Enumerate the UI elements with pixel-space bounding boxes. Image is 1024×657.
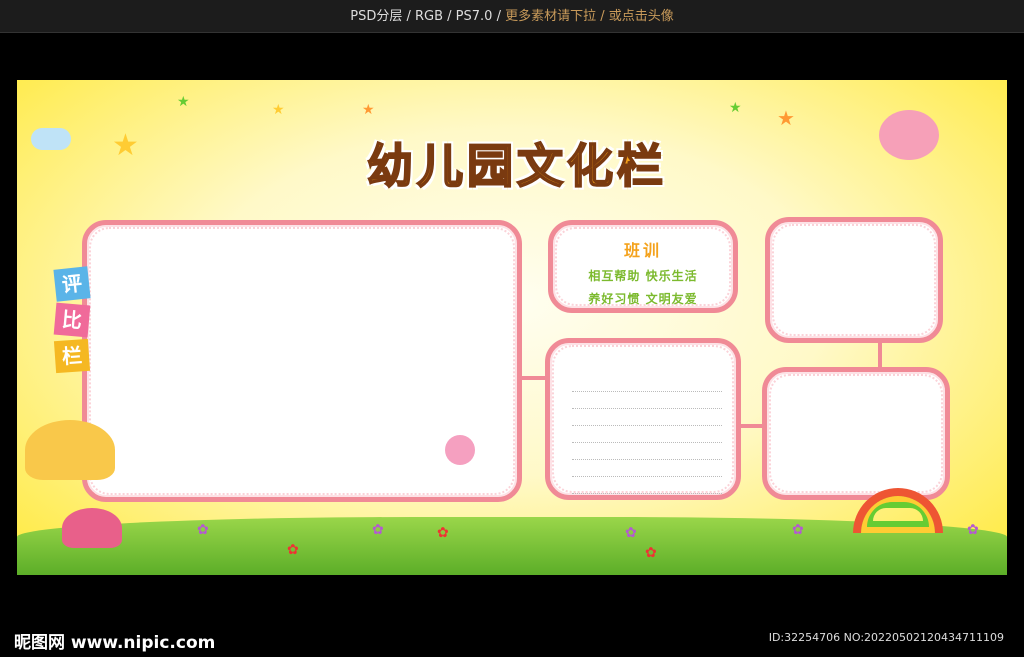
mushroom-icon: [62, 508, 122, 548]
flower-icon: ✿: [287, 542, 299, 558]
motto-line: 养好习惯 文明友爱: [588, 292, 698, 306]
motto-panel: 班训 相互帮助 快乐生活 养好习惯 文明友爱: [548, 220, 738, 313]
notes-panel: [545, 338, 741, 500]
star-icon: ★: [729, 100, 742, 116]
side-label: 评 比 栏: [53, 266, 91, 376]
poster-title: 幼儿园文化栏: [366, 138, 667, 194]
motto-line: 相互帮助 快乐生活: [588, 269, 698, 283]
flower-icon: ✿: [645, 545, 657, 561]
flower-icon: ✿: [437, 525, 449, 541]
writing-lines: [572, 375, 722, 494]
poster-preview: ★ ★ ★ ★ ★ ★ 幼儿园文化栏 班训 相互帮助 快乐生活 养好习惯 文明友…: [17, 80, 1007, 575]
star-icon: ★: [777, 106, 795, 130]
motto-heading: 班训: [623, 241, 662, 260]
star-icon: ★: [177, 94, 190, 110]
star-icon: ★: [362, 102, 375, 118]
flower-icon: ✿: [372, 522, 384, 538]
top-info-bar: PSD分层 / RGB / PS7.0 / 更多素材请下拉 / 或点击头像: [0, 0, 1024, 33]
side-label-char: 栏: [53, 338, 91, 374]
top-right-panel: [765, 217, 943, 343]
image-id: ID:32254706 NO:20220502120434711109: [768, 631, 1004, 644]
bottom-right-panel: [762, 367, 950, 500]
mushroom-house-illustration: [25, 420, 115, 480]
flower-icon: ✿: [967, 522, 979, 538]
connector: [878, 342, 882, 368]
flower-icon: ✿: [197, 522, 209, 538]
flower-icon: ✿: [792, 522, 804, 538]
star-icon: ★: [272, 102, 285, 118]
cloud-icon: [31, 128, 71, 150]
site-watermark[interactable]: 昵图网 www.nipic.com: [14, 628, 215, 653]
more-assets-hint[interactable]: 更多素材请下拉 / 或点击头像: [505, 9, 674, 24]
file-specs: PSD分层 / RGB / PS7.0 /: [350, 9, 506, 24]
balloons-icon: [445, 435, 475, 465]
side-label-char: 评: [53, 266, 91, 302]
airplane-kid-illustration: [879, 110, 939, 160]
flower-icon: ✿: [625, 525, 637, 541]
star-icon: ★: [112, 128, 139, 163]
side-label-char: 比: [53, 302, 91, 338]
